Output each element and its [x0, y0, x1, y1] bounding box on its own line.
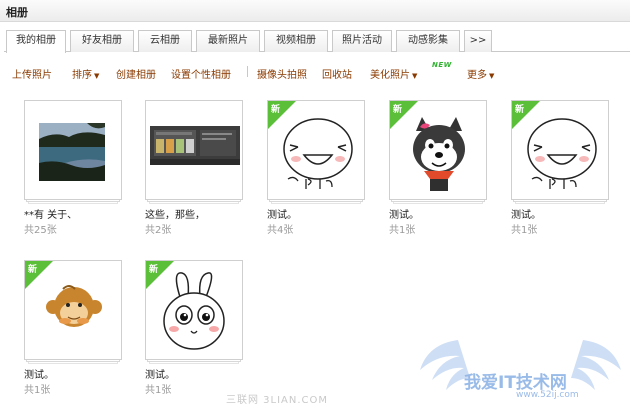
new-ribbon-label: 新: [149, 265, 159, 275]
caret-down-icon: ▼: [94, 72, 100, 80]
toolbar-divider: [247, 66, 248, 77]
tab-latest-photos[interactable]: 最新照片: [196, 30, 260, 52]
tab-cloud-album[interactable]: 云相册: [138, 30, 192, 52]
album-name[interactable]: 测试。: [511, 206, 541, 221]
screen-photo-thumbnail: [150, 126, 240, 165]
album-name[interactable]: **有 关于、: [24, 206, 77, 221]
tab-dynamic-albums[interactable]: 动感影集: [396, 30, 460, 52]
album-name[interactable]: 这些，那些，: [145, 206, 205, 221]
album-name[interactable]: 测试。: [389, 206, 419, 221]
album-count: 共1张: [389, 225, 416, 236]
tab-photo-events[interactable]: 照片活动: [332, 30, 392, 52]
album-stack-edge: [515, 202, 605, 204]
more-label: 更多: [467, 70, 487, 81]
album-count: 共25张: [24, 225, 57, 236]
tab-more[interactable]: >>: [464, 30, 492, 52]
new-ribbon-label: 新: [393, 105, 403, 115]
sort-label: 排序: [72, 70, 92, 81]
album-count: 共1张: [24, 385, 51, 396]
tab-bar: 我的相册 好友相册 云相册 最新照片 视频相册 照片活动 动感影集 >>: [4, 26, 630, 53]
page-title: 相册: [6, 6, 28, 19]
album-count: 共1张: [145, 385, 172, 396]
caret-down-icon: ▼: [489, 72, 495, 80]
create-album-link[interactable]: 创建相册: [116, 66, 156, 81]
upload-photos-link[interactable]: 上传照片: [12, 66, 52, 81]
tab-my-albums[interactable]: 我的相册: [6, 30, 66, 53]
lake-photo-thumbnail: [39, 123, 105, 181]
new-ribbon-label: 新: [28, 265, 38, 275]
caret-down-icon: ▼: [412, 72, 418, 80]
album-stack-edge: [393, 202, 483, 204]
album-stack-edge: [149, 362, 239, 364]
new-ribbon-label: 新: [515, 105, 525, 115]
album-cover[interactable]: 新: [145, 260, 243, 360]
sort-dropdown[interactable]: 排序 ▼: [72, 66, 99, 81]
album-cover[interactable]: [145, 100, 243, 200]
logo-url-watermark: www.52ij.com: [516, 390, 579, 400]
new-badge: NEW: [432, 61, 452, 69]
album-count: 共2张: [145, 225, 172, 236]
top-bar: 相册: [0, 0, 630, 22]
album-count: 共4张: [267, 225, 294, 236]
album-stack-edge: [28, 202, 118, 204]
album-name[interactable]: 测试。: [267, 206, 297, 221]
tab-friend-albums[interactable]: 好友相册: [70, 30, 134, 52]
album-name[interactable]: 测试。: [24, 366, 54, 381]
new-ribbon-label: 新: [271, 105, 281, 115]
beautify-dropdown[interactable]: 美化照片 ▼: [370, 66, 417, 81]
album-cover[interactable]: 新: [389, 100, 487, 200]
album-cover[interactable]: 新: [24, 260, 122, 360]
album-count: 共1张: [511, 225, 538, 236]
album-stack-edge: [28, 362, 118, 364]
album-name[interactable]: 测试。: [145, 366, 175, 381]
beautify-label: 美化照片: [370, 70, 410, 81]
tab-video-albums[interactable]: 视频相册: [264, 30, 328, 52]
album-cover[interactable]: [24, 100, 122, 200]
album-cover[interactable]: 新: [511, 100, 609, 200]
album-stack-edge: [271, 202, 361, 204]
action-toolbar: 上传照片 排序 ▼ 创建相册 设置个性相册 摄像头拍照 回收站 美化照片 ▼ 更多 ▼: [0, 60, 630, 82]
more-dropdown[interactable]: 更多 ▼: [467, 66, 494, 81]
album-stack-edge: [149, 202, 239, 204]
album-cover[interactable]: 新: [267, 100, 365, 200]
site-watermark: 三联网 3LIAN.COM: [226, 395, 329, 406]
personalize-album-link[interactable]: 设置个性相册: [171, 66, 231, 81]
recycle-bin-link[interactable]: 回收站: [322, 66, 352, 81]
webcam-photo-link[interactable]: 摄像头拍照: [257, 66, 307, 81]
